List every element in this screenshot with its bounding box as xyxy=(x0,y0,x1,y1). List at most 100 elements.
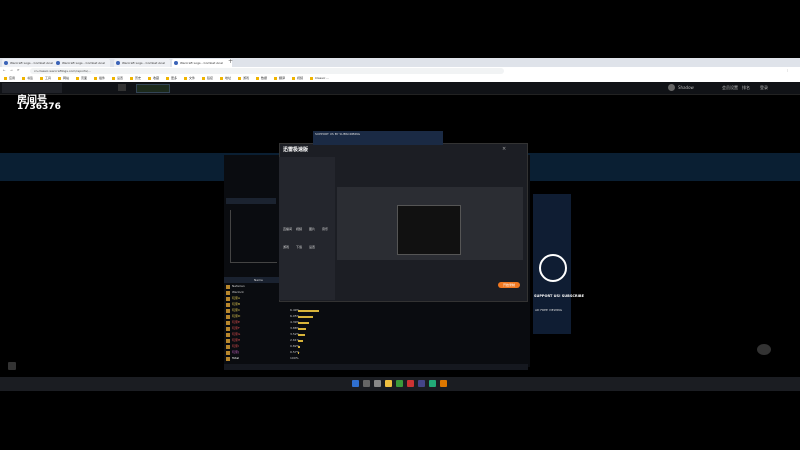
app-name: 迅雷极速版 xyxy=(283,147,309,153)
table-row[interactable]: 玩家C 6.49% xyxy=(224,308,528,313)
row-bar xyxy=(298,315,313,318)
video-preview xyxy=(337,187,523,260)
bookmark-item[interactable]: 文件 xyxy=(184,76,195,81)
back-icon[interactable]: ← xyxy=(3,68,6,72)
class-icon xyxy=(226,303,230,307)
class-icon xyxy=(226,357,230,361)
row-name: 玩家C xyxy=(232,308,241,312)
app-icon[interactable] xyxy=(418,380,425,387)
nested-screenshot xyxy=(397,205,461,255)
bookmark-item[interactable]: 地址 xyxy=(220,76,231,81)
row-name: Warlock xyxy=(232,290,244,294)
table-row[interactable]: 玩家H 2.61% xyxy=(224,338,528,343)
overlay-sidebar: 直播间 视频 图片 音乐游戏 下载 设置 xyxy=(279,157,335,300)
table-row[interactable]: 玩家F 3.88% xyxy=(224,326,528,331)
app-icon[interactable] xyxy=(440,380,447,387)
bookmark-item[interactable]: 设置 xyxy=(112,76,123,81)
avatar[interactable] xyxy=(668,84,675,91)
row-name: 玩家A xyxy=(232,296,241,300)
explorer-icon[interactable] xyxy=(385,380,392,387)
site-navbar: Shadow 会员设置 排名 登录 xyxy=(0,82,800,95)
new-tab-icon[interactable]: + xyxy=(228,58,233,65)
row-name: 玩家B xyxy=(232,302,241,306)
table-row[interactable]: 玩家B xyxy=(224,302,528,307)
browser-tab[interactable]: Warcraft Logs - Combat Anal xyxy=(114,59,170,67)
class-icon xyxy=(226,315,230,319)
class-icon xyxy=(226,327,230,331)
table-row[interactable]: 玩家I 0.82% xyxy=(224,344,528,349)
row-bar xyxy=(298,339,303,342)
app-icon[interactable] xyxy=(429,380,436,387)
nav-rankings[interactable]: 排名 xyxy=(742,85,750,91)
overlay-menu-item[interactable]: 视频 xyxy=(296,227,302,231)
class-icon xyxy=(226,285,230,289)
start-icon[interactable] xyxy=(352,380,359,387)
class-icon xyxy=(226,297,230,301)
overlay-menu-item[interactable]: 音乐 xyxy=(322,227,328,231)
table-row[interactable]: 玩家G 3.52% xyxy=(224,332,528,337)
bookmark-item[interactable]: 翻译 xyxy=(274,76,285,81)
table-row[interactable]: Total 100% xyxy=(224,356,528,361)
class-icon xyxy=(226,309,230,313)
filter-dropdown[interactable] xyxy=(226,198,276,204)
bookmark-item[interactable]: 收藏 xyxy=(148,76,159,81)
row-name: 玩家F xyxy=(232,326,240,330)
nav-user[interactable]: Shadow xyxy=(678,85,694,90)
row-name: 玩家G xyxy=(232,332,241,336)
menu-icon[interactable]: ⋮ xyxy=(786,68,789,72)
row-name: Total xyxy=(232,356,240,360)
bookmark-item[interactable]: 数据 xyxy=(256,76,267,81)
reload-icon[interactable]: ⟳ xyxy=(17,68,20,72)
table-footer xyxy=(224,364,528,370)
row-bar xyxy=(298,327,307,330)
browser-tab-active[interactable]: Warcraft Logs - Combat Anal xyxy=(172,59,232,67)
browser-tab[interactable]: Warcraft Logs - Combat Anal xyxy=(2,59,58,67)
table-row[interactable]: 玩家D 6.05% xyxy=(224,314,528,319)
browser-tab[interactable]: Warcraft Logs - Combat Anal xyxy=(54,59,110,67)
nav-settings[interactable]: 会员设置 xyxy=(722,85,738,91)
overlay-menu-item[interactable]: 图片 xyxy=(309,227,315,231)
corner-widget[interactable] xyxy=(757,344,771,355)
bookmark-item[interactable]: 页面 xyxy=(76,76,87,81)
table-row[interactable]: 玩家J 0.57% xyxy=(224,350,528,355)
nav-login[interactable]: 登录 xyxy=(760,85,768,91)
search-icon[interactable] xyxy=(363,380,370,387)
bookmark-item[interactable]: 书签 xyxy=(22,76,33,81)
bookmark-item[interactable]: 更多 xyxy=(166,76,177,81)
class-icon xyxy=(226,291,230,295)
row-name: 玩家D xyxy=(232,314,241,318)
taskview-icon[interactable] xyxy=(374,380,381,387)
overlay-menu-item[interactable]: 设置 xyxy=(309,245,315,249)
nav-button[interactable] xyxy=(118,84,126,91)
app-icon[interactable] xyxy=(407,380,414,387)
ad-banner-side[interactable]: AD FREE VIEWING SUPPORT US! SUBSCRIBE xyxy=(533,194,584,334)
bookmark-item[interactable]: 网站 xyxy=(58,76,69,81)
side-button[interactable] xyxy=(8,362,16,370)
record-button[interactable]: 开始录制 xyxy=(498,282,520,288)
class-icon xyxy=(226,351,230,355)
ad-banner-top[interactable]: SUPPORT US BY SUBSCRIBING xyxy=(313,131,443,145)
bookmark-item[interactable]: Classic ... xyxy=(310,76,329,81)
bookmark-item[interactable]: 插件 xyxy=(94,76,105,81)
nav-search[interactable] xyxy=(136,84,170,93)
url-field[interactable]: cn.classic.warcraftlogs.com/reports/... xyxy=(30,68,504,74)
class-icon xyxy=(226,321,230,325)
bookmark-item[interactable]: 应用 xyxy=(4,76,15,81)
bookmark-item[interactable]: 工具 xyxy=(40,76,51,81)
bookmark-item[interactable]: 历史 xyxy=(130,76,141,81)
bookmark-item[interactable]: 链接 xyxy=(202,76,213,81)
close-icon[interactable]: × xyxy=(502,146,506,152)
class-icon xyxy=(226,345,230,349)
table-row[interactable]: 玩家E 4.39% xyxy=(224,320,528,325)
bookmark-item[interactable]: 视频 xyxy=(292,76,303,81)
overlay-menu-item[interactable]: 游戏 xyxy=(283,245,289,249)
row-name: 玩家J xyxy=(232,350,239,354)
bookmark-item[interactable]: 游戏 xyxy=(238,76,249,81)
mini-chart xyxy=(230,210,277,263)
overlay-menu-item[interactable]: 直播间 xyxy=(283,227,292,231)
row-bar xyxy=(298,333,306,336)
chrome-icon[interactable] xyxy=(396,380,403,387)
row-bar xyxy=(298,351,300,354)
forward-icon[interactable]: → xyxy=(10,68,13,72)
overlay-menu-item[interactable]: 下载 xyxy=(296,245,302,249)
